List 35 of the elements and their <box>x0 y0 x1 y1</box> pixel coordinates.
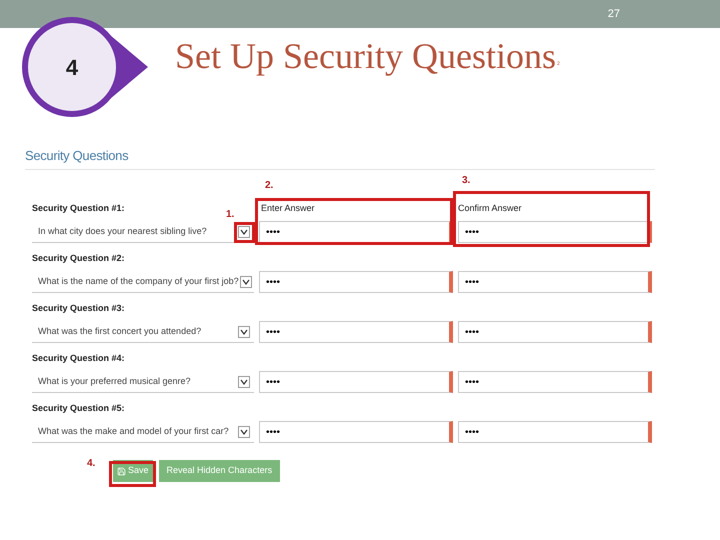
question-label: Security Question #4: <box>32 352 125 365</box>
question-select[interactable]: What is the name of the company of your first job? <box>32 271 254 293</box>
answer-field[interactable]: •••• <box>259 421 453 443</box>
question-label: Security Question #2: <box>32 252 125 265</box>
column-header: Confirm Answer <box>458 202 522 215</box>
callout-number: 3. <box>462 174 470 188</box>
chevron-down-icon <box>238 226 250 238</box>
answer-field[interactable]: •••• <box>259 321 453 343</box>
callout-box <box>109 461 156 487</box>
form-heading: Security Questions <box>25 147 130 165</box>
confirm-answer-field[interactable]: •••• <box>458 221 652 243</box>
chevron-down-icon <box>240 276 252 288</box>
confirm-answer-field[interactable]: •••• <box>458 321 652 343</box>
column-header: Enter Answer <box>260 202 315 215</box>
chevron-down-icon <box>238 426 250 438</box>
answer-field[interactable]: •••• <box>259 221 453 243</box>
slide-number: 27 <box>608 6 620 22</box>
slide-title: Set Up Security Questions <box>175 35 556 78</box>
confirm-answer-field[interactable]: •••• <box>458 271 652 293</box>
answer-field[interactable]: •••• <box>259 271 453 293</box>
question-select[interactable]: What was the make and model of your first car? <box>32 421 254 443</box>
question-select[interactable]: In what city does your nearest sibling live? <box>32 221 254 243</box>
chevron-down-icon <box>238 326 250 338</box>
question-label: Security Question #3: <box>32 302 125 315</box>
question-label: Security Question #5: <box>32 402 125 415</box>
answer-field[interactable]: •••• <box>259 371 453 393</box>
confirm-answer-field[interactable]: •••• <box>458 371 652 393</box>
confirm-answer-field[interactable]: •••• <box>458 421 652 443</box>
chevron-down-icon <box>238 376 250 388</box>
question-select[interactable]: What is your preferred musical genre? <box>32 371 254 393</box>
callout-number: 4. <box>87 457 96 471</box>
callout-number: 2. <box>265 179 274 193</box>
callout-number: 1. <box>226 208 234 222</box>
question-label: Security Question #1: <box>32 202 125 215</box>
question-select[interactable]: What was the first concert you attended? <box>32 321 254 343</box>
